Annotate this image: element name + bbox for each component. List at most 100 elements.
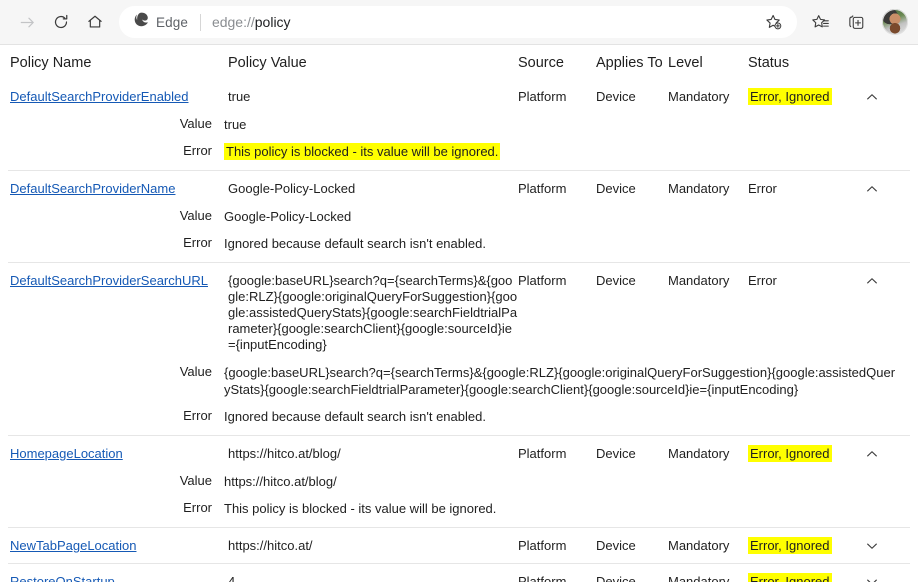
policy-detail-value-label: Value <box>179 473 212 488</box>
policy-detail-value-label: Value <box>179 364 212 379</box>
policy-details: Value https://hitco.at/blog/Error This pol… <box>8 471 910 527</box>
policy-applies-to-cell: Device <box>596 89 636 104</box>
policy-expand-toggle[interactable] <box>853 446 891 461</box>
policy-applies-to-cell: Device <box>596 181 636 196</box>
collections-icon <box>847 13 866 32</box>
policy-status-cell: Error, Ignored <box>748 88 853 105</box>
policy-name-link[interactable]: RestoreOnStartup <box>10 574 115 582</box>
policy-level-cell: Mandatory <box>668 273 730 288</box>
policy-name-link[interactable]: DefaultSearchProviderName <box>10 181 175 196</box>
edge-brand-label: Edge <box>156 14 188 30</box>
policy-value-cell: true <box>228 89 251 104</box>
forward-button[interactable] <box>10 5 44 39</box>
policy-detail-value-row: Value https://hitco.at/blog/ <box>8 471 910 500</box>
policy-detail-error-row: Error This policy is blocked - its value … <box>8 500 910 527</box>
policy-detail-value-label: Value <box>179 116 212 131</box>
collections-button[interactable] <box>839 5 873 39</box>
policy-detail-error-row: Error Ignored because default search isn'… <box>8 235 910 262</box>
status-badge: Error, Ignored <box>748 88 832 105</box>
policy-expand-toggle[interactable] <box>853 538 891 553</box>
policy-level-cell: Mandatory <box>668 574 730 582</box>
policy-applies-to-cell: Device <box>596 446 636 461</box>
policy-value-cell: https://hitco.at/ <box>228 538 313 553</box>
status-badge: Error, Ignored <box>748 445 832 462</box>
url-text[interactable]: edge://policy <box>212 14 756 30</box>
favorites-button[interactable] <box>803 5 837 39</box>
policy-value-cell: {google:baseURL}search?q={searchTerms}&{… <box>228 273 518 352</box>
policy-detail-error-text: Ignored because default search isn't ena… <box>224 408 910 425</box>
policy-summary[interactable]: DefaultSearchProviderName Google-Policy-L… <box>8 171 910 206</box>
browser-toolbar: Edge edge://policy <box>0 0 918 45</box>
policy-name-cell: HomepageLocation <box>8 446 228 462</box>
status-text: Error <box>748 181 777 196</box>
policy-source-cell: Platform <box>518 538 567 553</box>
policy-details: Value Google-Policy-Locked Error Ignored be… <box>8 206 910 262</box>
policy-name-link[interactable]: NewTabPageLocation <box>10 538 136 553</box>
policy-error-text: This policy is blocked - its value will … <box>224 143 501 160</box>
policy-name-link[interactable]: HomepageLocation <box>10 446 123 461</box>
policy-row: DefaultSearchProviderSearchURL {google:ba… <box>8 263 910 436</box>
policy-source-cell: Platform <box>518 446 567 461</box>
policy-table: Policy Name Policy Value Source Applies … <box>0 45 918 582</box>
policy-value-cell: https://hitco.at/blog/ <box>228 446 341 461</box>
policy-row: RestoreOnStartup 4 Platform Device Mandatory… <box>8 564 910 582</box>
policy-detail-value-text: https://hitco.at/blog/ <box>224 474 337 489</box>
refresh-button[interactable] <box>44 5 78 39</box>
status-badge: Error, Ignored <box>748 573 832 582</box>
policy-source-cell: Platform <box>518 89 567 104</box>
home-button[interactable] <box>78 5 112 39</box>
policy-expand-toggle[interactable] <box>853 273 891 288</box>
add-favorite-button[interactable] <box>756 5 790 39</box>
column-header-status: Status <box>748 55 790 71</box>
policy-name-link[interactable]: DefaultSearchProviderSearchURL <box>10 273 208 288</box>
profile-avatar[interactable] <box>882 9 908 35</box>
policy-level-cell: Mandatory <box>668 538 730 553</box>
policy-detail-error-text: Ignored because default search isn't ena… <box>224 235 910 252</box>
policy-summary[interactable]: DefaultSearchProviderEnabled true Platform… <box>8 79 910 114</box>
policy-expand-toggle[interactable] <box>853 89 891 104</box>
policy-summary[interactable]: RestoreOnStartup 4 Platform Device Mandatory… <box>8 564 910 582</box>
status-text: Error <box>748 273 777 288</box>
policy-name-cell: RestoreOnStartup <box>8 574 228 582</box>
policy-applies-to-cell: Device <box>596 273 636 288</box>
policy-applies-to-cell: Device <box>596 538 636 553</box>
refresh-icon <box>52 13 70 31</box>
policy-status-cell: Error, Ignored <box>748 573 853 582</box>
policy-level-cell: Mandatory <box>668 89 730 104</box>
policy-summary[interactable]: HomepageLocation https://hitco.at/blog/Pl… <box>8 436 910 471</box>
policy-row: DefaultSearchProviderName Google-Policy-L… <box>8 171 910 263</box>
edge-logo-icon <box>133 11 150 33</box>
policy-error-text: This policy is blocked - its value will … <box>224 501 497 516</box>
policy-detail-error-label: Error <box>183 143 212 158</box>
policy-detail-value-text: Google-Policy-Locked <box>224 209 352 224</box>
policy-detail-value-text: {google:baseURL}search?q={searchTerms}&{… <box>224 365 896 397</box>
policy-detail-value-row: Value {google:baseURL}search?q={searchTer… <box>8 362 910 408</box>
policy-summary[interactable]: DefaultSearchProviderSearchURL {google:ba… <box>8 263 910 362</box>
toolbar-right-actions <box>803 5 908 39</box>
policy-source-cell: Platform <box>518 181 567 196</box>
favorites-list-icon <box>811 13 830 32</box>
policy-detail-error-row: Error This policy is blocked - its value … <box>8 143 910 170</box>
column-header-level: Level <box>668 55 703 71</box>
policy-detail-value-row: Value true <box>8 114 910 143</box>
policy-error-text: Ignored because default search isn't ena… <box>224 236 486 251</box>
policy-summary[interactable]: NewTabPageLocation https://hitco.at/Platf… <box>8 528 910 563</box>
policy-error-text: Ignored because default search isn't ena… <box>224 409 486 424</box>
policy-detail-value-text: true <box>224 117 247 132</box>
policy-value-cell: Google-Policy-Locked <box>228 181 356 196</box>
edge-brand-badge: Edge <box>133 11 188 33</box>
policy-value-cell: 4 <box>228 574 236 582</box>
policy-detail-error-label: Error <box>183 235 212 250</box>
star-plus-icon <box>764 13 783 32</box>
policy-name-link[interactable]: DefaultSearchProviderEnabled <box>10 89 189 104</box>
policy-applies-to-cell: Device <box>596 574 636 582</box>
url-path: policy <box>254 14 291 30</box>
home-icon <box>86 13 104 31</box>
policy-expand-toggle[interactable] <box>853 181 891 196</box>
policy-status-cell: Error <box>748 273 853 289</box>
policy-name-cell: DefaultSearchProviderSearchURL <box>8 273 228 289</box>
policy-detail-error-text: This policy is blocked - its value will … <box>224 143 910 160</box>
address-bar[interactable]: Edge edge://policy <box>119 6 797 38</box>
policy-name-cell: NewTabPageLocation <box>8 538 228 554</box>
policy-expand-toggle[interactable] <box>853 574 891 582</box>
